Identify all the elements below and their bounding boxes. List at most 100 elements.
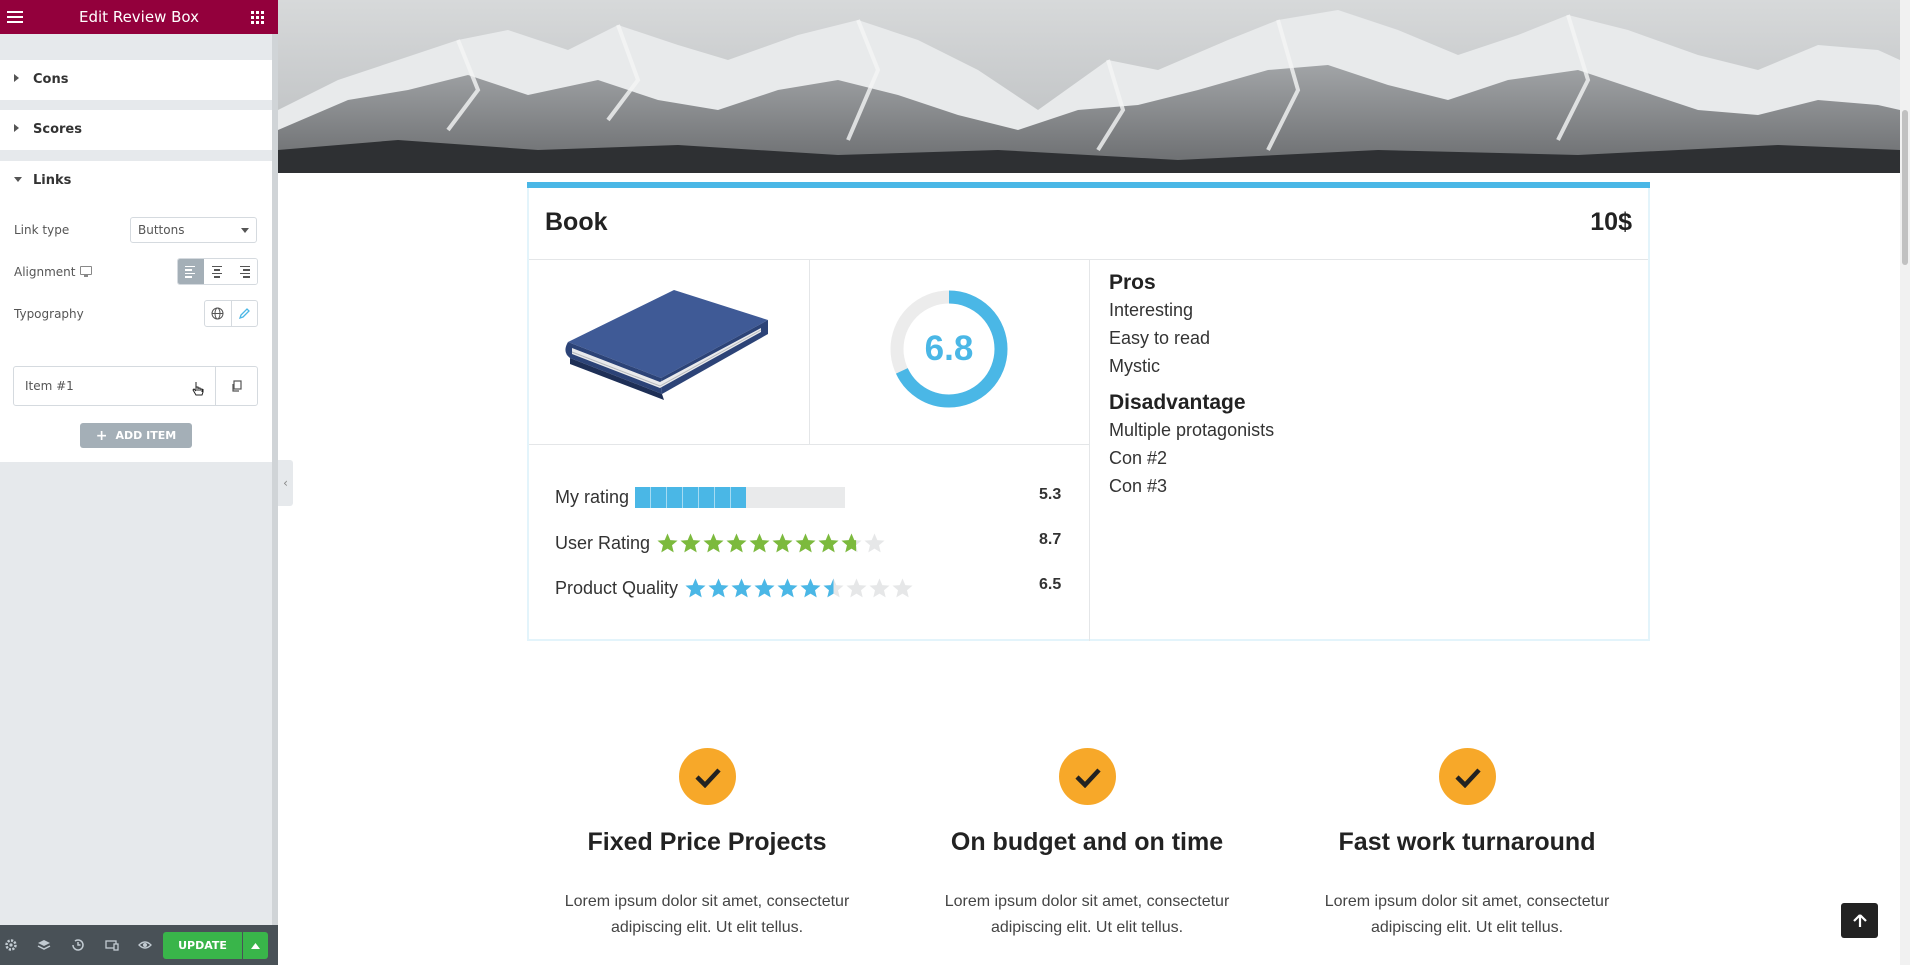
- star-icon: [656, 532, 679, 555]
- feature-title: Fixed Price Projects: [587, 828, 827, 856]
- rating-row: Product Quality: [555, 576, 914, 600]
- pros-title: Pros: [1109, 271, 1156, 294]
- plus-icon: +: [95, 427, 108, 444]
- overall-score: 6.8: [924, 329, 974, 368]
- navigator-layers-icon[interactable]: [36, 937, 52, 953]
- sidebar-title: Edit Review Box: [79, 8, 199, 26]
- desktop-icon[interactable]: [80, 266, 92, 277]
- rating-label: Product Quality: [555, 577, 679, 598]
- star-icon: [868, 577, 891, 600]
- sidebar-footer: UPDATE: [0, 925, 278, 965]
- section-cons-label: Cons: [33, 72, 69, 87]
- star-icon: [799, 577, 822, 600]
- caret-up-icon: [251, 942, 260, 949]
- rating-stars: [656, 532, 886, 555]
- add-item-button[interactable]: + ADD ITEM: [80, 423, 192, 448]
- star-icon: [725, 532, 748, 555]
- book-image: [565, 290, 768, 400]
- align-left-button[interactable]: [178, 259, 205, 284]
- caret-down-icon: [14, 177, 22, 182]
- rating-value: 6.5: [1039, 576, 1062, 593]
- link-type-value: Buttons: [138, 223, 185, 237]
- page-scrollbar[interactable]: [1900, 0, 1910, 965]
- update-options-button[interactable]: [243, 932, 268, 959]
- rating-label: My rating: [555, 486, 630, 507]
- feature-title: On budget and on time: [950, 828, 1224, 856]
- responsive-mode-icon[interactable]: [104, 937, 120, 953]
- feature-text: Lorem ipsum dolor sit amet, consectetur …: [944, 893, 1230, 936]
- rating-bar-fill: [635, 486, 747, 508]
- star-icon: [776, 577, 799, 600]
- rating-value: 8.7: [1039, 531, 1062, 548]
- collapse-sidebar-button[interactable]: ‹: [278, 460, 293, 506]
- review-box: Book 10$ 6.8 My rating 5.3 User Rating 8…: [527, 182, 1650, 641]
- link-type-select[interactable]: Buttons: [130, 217, 257, 243]
- pencil-edit-icon[interactable]: [232, 301, 258, 326]
- back-to-top-button[interactable]: [1841, 903, 1878, 938]
- star-icon: [771, 532, 794, 555]
- star-icon: [840, 532, 863, 555]
- star-icon: [702, 532, 725, 555]
- rating-row: My rating: [555, 485, 846, 509]
- add-item-label: ADD ITEM: [115, 429, 177, 442]
- widgets-grid-icon[interactable]: [251, 11, 264, 24]
- star-icon: [753, 577, 776, 600]
- rating-value-row: 6.5: [1039, 573, 1061, 597]
- star-icon: [891, 577, 914, 600]
- con-item: Con #2: [1109, 448, 1168, 468]
- alignment-control: [177, 258, 258, 285]
- repeater-item[interactable]: Item #1: [13, 366, 258, 406]
- rating-label: User Rating: [555, 532, 651, 553]
- section-links[interactable]: Links: [0, 161, 278, 201]
- hand-cursor-icon: [192, 382, 204, 396]
- globe-icon[interactable]: [205, 301, 232, 326]
- rating-value: 5.3: [1039, 486, 1062, 503]
- chevron-down-icon: [241, 228, 249, 233]
- scrollbar-thumb[interactable]: [1902, 110, 1908, 265]
- caret-right-icon: [14, 74, 19, 82]
- sidebar-header: Edit Review Box: [0, 0, 278, 34]
- caret-right-icon: [14, 124, 19, 132]
- con-item: Multiple protagonists: [1109, 420, 1275, 440]
- rating-stars: [684, 577, 914, 600]
- section-scores[interactable]: Scores: [0, 110, 278, 150]
- section-links-label: Links: [33, 173, 72, 188]
- check-circle-icon: [679, 748, 736, 805]
- star-icon: [684, 577, 707, 600]
- feature-title: Fast work turnaround: [1338, 828, 1596, 856]
- divider: [809, 259, 810, 444]
- hero-mountain-image: [278, 0, 1900, 173]
- pro-item: Easy to read: [1109, 328, 1211, 348]
- duplicate-button[interactable]: [215, 367, 257, 405]
- divider: [529, 444, 1089, 445]
- pro-item: Mystic: [1109, 356, 1160, 376]
- divider: [1089, 259, 1090, 641]
- star-icon: [730, 577, 753, 600]
- check-circle-icon: [1059, 748, 1116, 805]
- alignment-label: Alignment: [14, 265, 76, 279]
- arrow-up-icon: [1852, 913, 1867, 927]
- rating-bar: [635, 486, 846, 508]
- align-center-button[interactable]: [204, 259, 231, 284]
- star-icon: [679, 532, 702, 555]
- rating-value-row: 8.7: [1039, 528, 1061, 552]
- section-cons[interactable]: Cons: [0, 60, 278, 100]
- section-scores-label: Scores: [33, 122, 82, 137]
- editor-sidebar: Edit Review Box Cons Scores Links Link t…: [0, 0, 278, 965]
- history-icon[interactable]: [70, 937, 86, 953]
- typography-label: Typography: [14, 307, 84, 321]
- pro-item: Interesting: [1109, 300, 1194, 320]
- star-icon: [794, 532, 817, 555]
- typography-control: [204, 300, 258, 327]
- update-button[interactable]: UPDATE: [163, 932, 242, 959]
- feature-text: Lorem ipsum dolor sit amet, consectetur …: [1324, 893, 1610, 936]
- star-icon: [707, 577, 730, 600]
- settings-gear-icon[interactable]: [3, 937, 19, 953]
- preview-eye-icon[interactable]: [137, 937, 153, 953]
- star-icon: [845, 577, 868, 600]
- star-icon: [817, 532, 840, 555]
- align-right-button[interactable]: [230, 259, 257, 284]
- rating-row: User Rating: [555, 531, 886, 555]
- link-type-label: Link type: [14, 223, 70, 237]
- chevron-left-icon: ‹: [283, 476, 288, 490]
